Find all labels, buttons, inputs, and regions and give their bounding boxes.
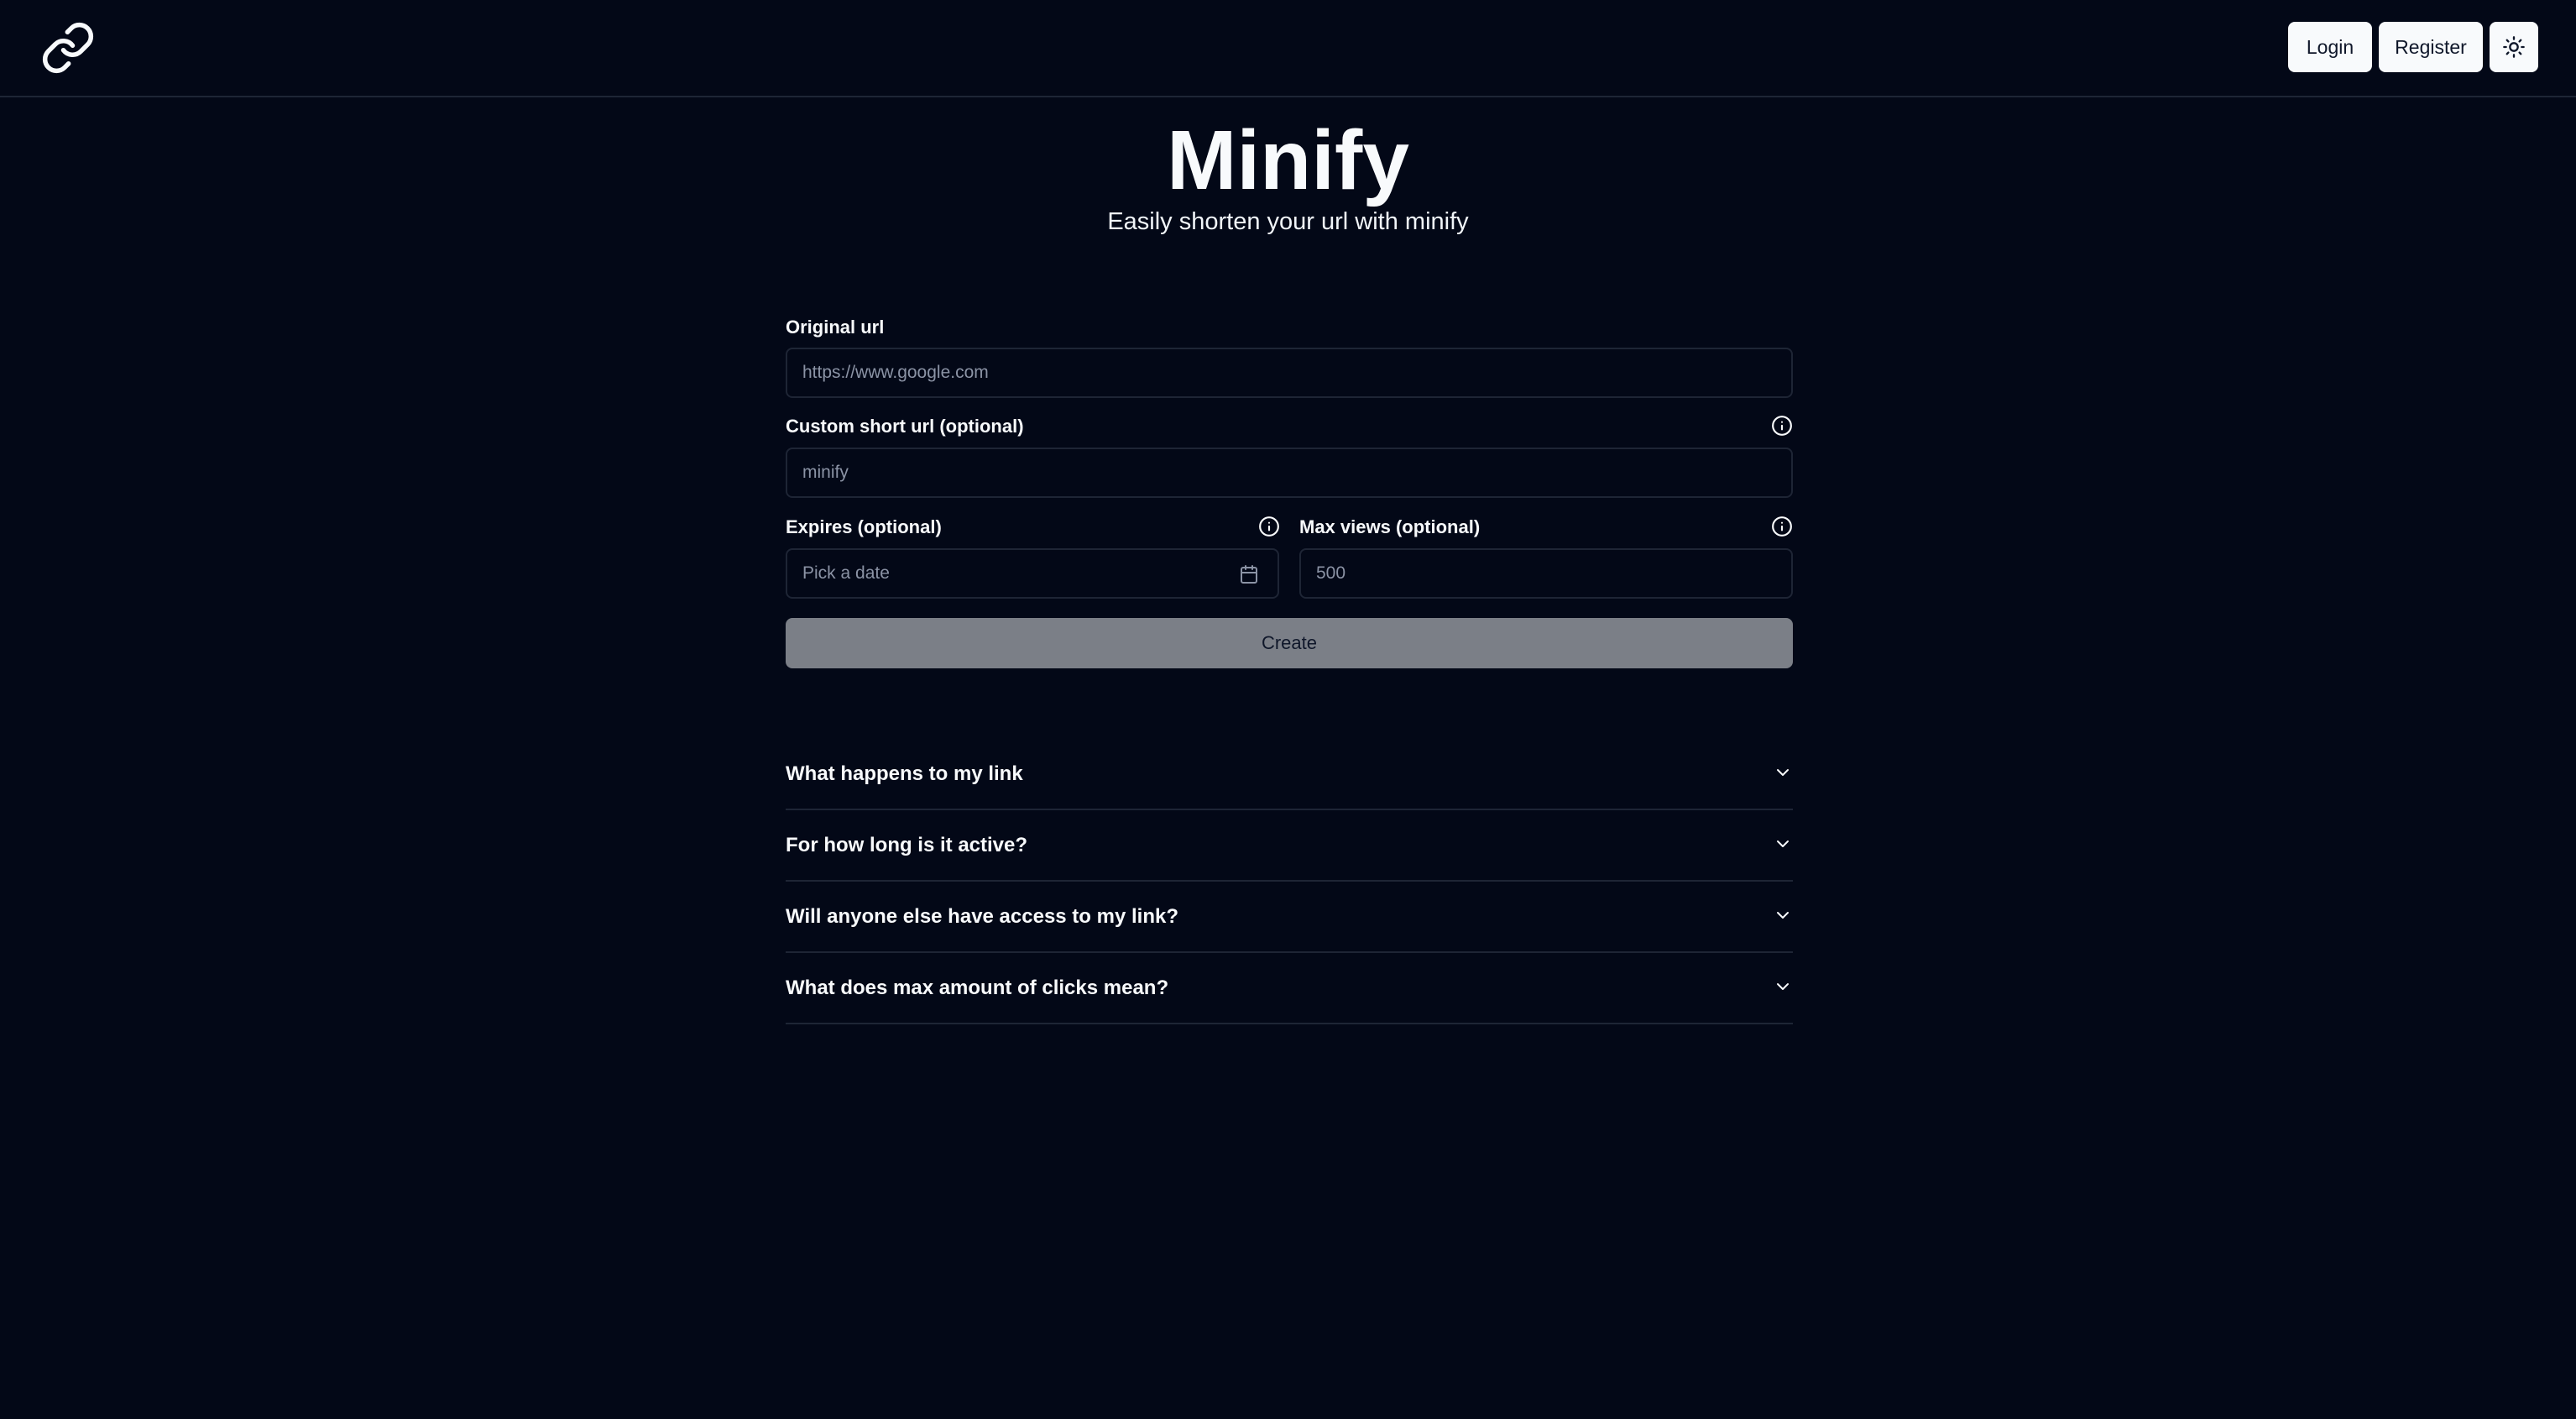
chevron-down-icon [1773, 834, 1793, 854]
custom-short-url-input[interactable] [786, 448, 1793, 498]
date-placeholder: Pick a date [802, 563, 890, 583]
faq-accordion: What happens to my link For how long is … [786, 739, 1793, 1024]
link-icon[interactable] [40, 20, 96, 76]
sun-icon [2503, 36, 2525, 58]
create-button[interactable]: Create [786, 618, 1793, 668]
page-subtitle: Easily shorten your url with minify [1107, 208, 1469, 235]
expires-date-picker[interactable]: Pick a date [786, 548, 1279, 599]
page-title: Minify [1167, 113, 1409, 207]
chevron-down-icon [1773, 977, 1793, 997]
login-button[interactable]: Login [2288, 22, 2372, 72]
faq-question: For how long is it active? [786, 833, 1028, 856]
faq-item[interactable]: What happens to my link [786, 739, 1793, 810]
max-views-label: Max views (optional) [1299, 516, 1481, 537]
expires-label: Expires (optional) [786, 516, 942, 537]
original-url-input[interactable] [786, 348, 1793, 398]
faq-question: What does max amount of clicks mean? [786, 976, 1169, 999]
faq-question: Will anyone else have access to my link? [786, 904, 1178, 928]
info-icon[interactable] [1258, 516, 1280, 537]
register-button[interactable]: Register [2379, 22, 2483, 72]
chevron-down-icon [1773, 905, 1793, 925]
calendar-icon [1241, 565, 1257, 584]
chevron-down-icon [1773, 762, 1793, 783]
top-navbar: Login Register [0, 0, 2576, 97]
original-url-label: Original url [786, 317, 885, 338]
custom-short-url-label: Custom short url (optional) [786, 416, 1024, 437]
theme-toggle-button[interactable] [2490, 22, 2538, 72]
max-views-input[interactable] [1299, 548, 1793, 599]
faq-question: What happens to my link [786, 762, 1023, 785]
info-icon[interactable] [1771, 415, 1793, 437]
faq-item[interactable]: Will anyone else have access to my link? [786, 882, 1793, 953]
info-icon[interactable] [1771, 516, 1793, 537]
faq-item[interactable]: What does max amount of clicks mean? [786, 953, 1793, 1024]
faq-item[interactable]: For how long is it active? [786, 810, 1793, 882]
